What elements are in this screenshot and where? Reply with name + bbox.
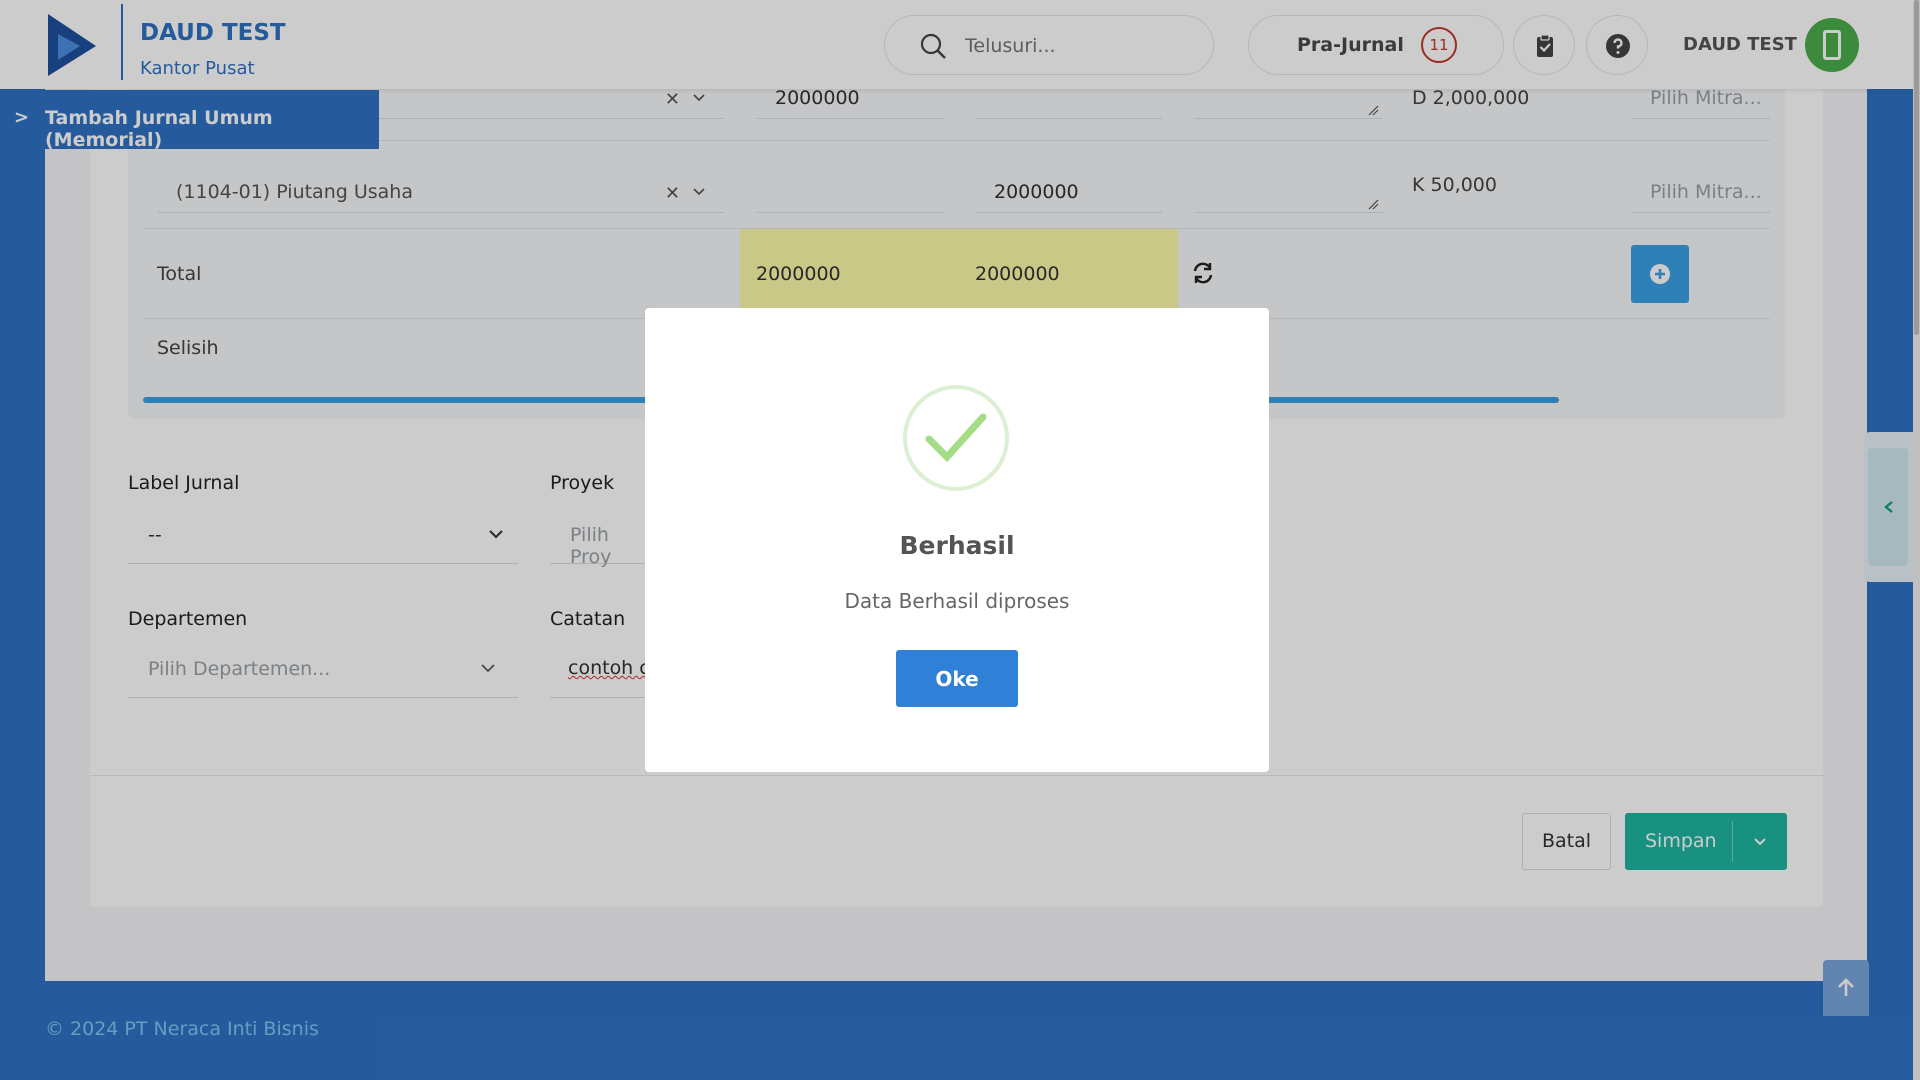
ok-button[interactable]: Oke: [896, 650, 1018, 707]
modal-overlay[interactable]: Berhasil Data Berhasil diproses Oke: [0, 0, 1920, 1080]
dialog-title: Berhasil: [899, 531, 1015, 560]
dialog-message: Data Berhasil diproses: [844, 589, 1070, 613]
success-dialog: Berhasil Data Berhasil diproses Oke: [645, 308, 1269, 772]
checkmark-icon: [925, 413, 987, 463]
success-check-icon: [903, 385, 1009, 491]
